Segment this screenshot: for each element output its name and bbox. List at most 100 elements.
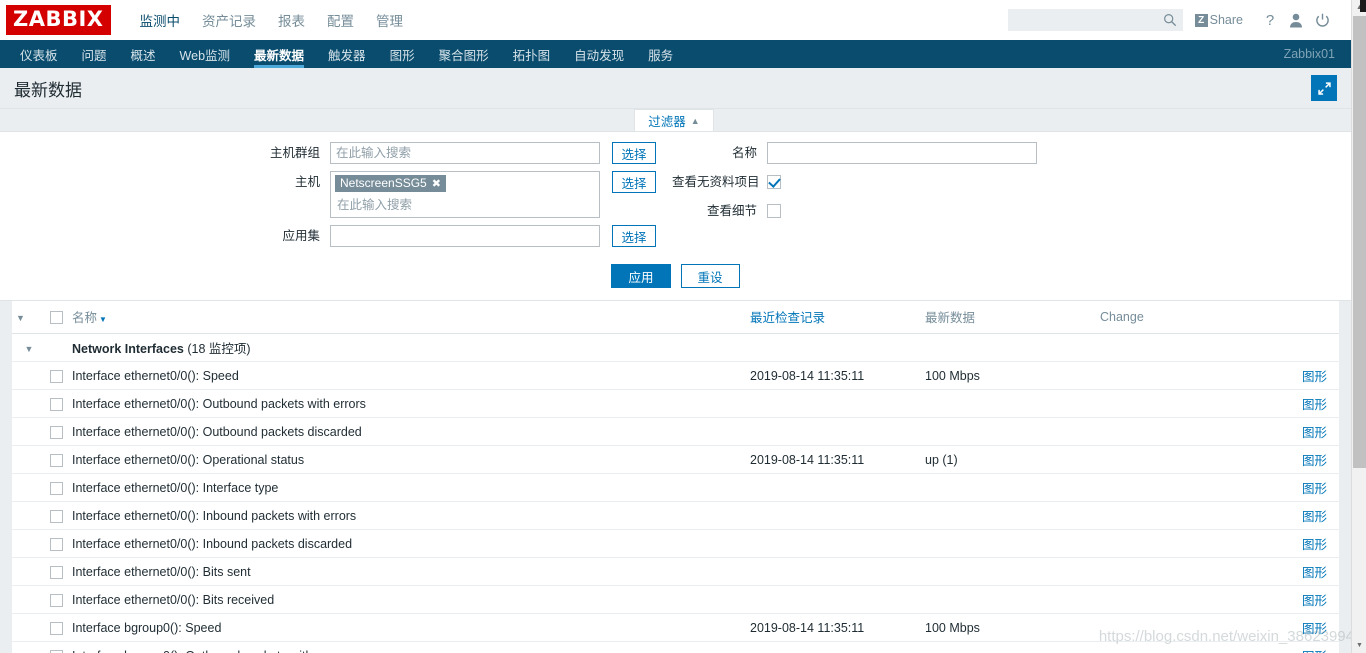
application-select-button[interactable]: 选择 [612, 225, 656, 247]
row-checkbox[interactable] [50, 509, 63, 523]
top-menu-item-administration[interactable]: 管理 [365, 0, 414, 40]
filter-column-left: 主机群组 选择 主机 NetscreenSSG5 ✖ 在此输入搜索 选择 [0, 142, 672, 254]
row-checkbox-cell[interactable] [46, 529, 68, 558]
graph-link[interactable]: 图形 [1302, 426, 1327, 440]
graph-link[interactable]: 图形 [1302, 538, 1327, 552]
host-chip[interactable]: NetscreenSSG5 ✖ [335, 175, 446, 192]
page-scrollbar[interactable]: ▲ ▼ [1351, 0, 1366, 653]
show-items-without-data-label: 查看无资料项目 [672, 175, 760, 189]
nav-item-overview[interactable]: 概述 [119, 40, 168, 68]
nav-item-triggers[interactable]: 触发器 [316, 40, 378, 68]
row-item-name: Interface ethernet0/0(): Inbound packets… [68, 529, 746, 558]
row-checkbox[interactable] [50, 369, 63, 383]
nav-item-latest-data[interactable]: 最新数据 [242, 40, 316, 68]
scrollbar-thumb[interactable] [1353, 16, 1366, 468]
nav-item-problems[interactable]: 问题 [70, 40, 119, 68]
application-input[interactable] [330, 225, 600, 247]
nav-item-graphs[interactable]: 图形 [378, 40, 427, 68]
apply-button[interactable]: 应用 [611, 264, 671, 288]
row-checkbox-cell[interactable] [46, 557, 68, 586]
zabbix-logo[interactable]: ZABBIX [6, 5, 111, 35]
row-item-name: Interface ethernet0/0(): Outbound packet… [68, 417, 746, 446]
filter-row-host: 主机 NetscreenSSG5 ✖ 在此输入搜索 选择 [0, 171, 672, 218]
nav-item-discovery[interactable]: 自动发现 [562, 40, 636, 68]
user-icon[interactable] [1283, 7, 1309, 33]
nav-item-dashboard[interactable]: 仪表板 [8, 40, 70, 68]
share-button[interactable]: Z Share [1194, 13, 1243, 27]
row-checkbox-cell[interactable] [46, 445, 68, 474]
power-icon[interactable] [1309, 7, 1335, 33]
row-checkbox[interactable] [50, 537, 63, 551]
row-checkbox-cell[interactable] [46, 585, 68, 614]
row-change [1096, 585, 1281, 614]
graph-link[interactable]: 图形 [1302, 398, 1327, 412]
reset-button[interactable]: 重设 [680, 264, 740, 288]
row-checkbox-cell[interactable] [46, 361, 68, 390]
host-input-placeholder[interactable]: 在此输入搜索 [335, 193, 595, 214]
graph-link[interactable]: 图形 [1302, 510, 1327, 524]
show-items-without-data-checkbox[interactable] [767, 175, 781, 189]
expand-icon[interactable] [1311, 75, 1337, 101]
group-collapse-cell[interactable]: ▼ [12, 333, 46, 362]
row-last-value [921, 473, 1096, 502]
close-icon[interactable]: ✖ [432, 177, 441, 190]
graph-link[interactable]: 图形 [1302, 622, 1327, 636]
row-checkbox[interactable] [50, 621, 63, 635]
row-checkbox[interactable] [50, 649, 63, 653]
nav-item-screens[interactable]: 聚合图形 [427, 40, 501, 68]
row-checkbox-cell[interactable] [46, 613, 68, 642]
filter-row-name: 名称 [672, 142, 1351, 164]
host-group-input[interactable] [330, 142, 600, 164]
collapse-all-header[interactable]: ▼ [12, 301, 46, 334]
row-graph-link-cell: 图形 [1281, 473, 1339, 502]
top-menu-item-monitoring[interactable]: 监测中 [129, 0, 192, 48]
show-details-checkbox[interactable] [767, 204, 781, 218]
chevron-down-icon[interactable]: ▼ [16, 313, 25, 323]
search-icon[interactable] [1163, 13, 1177, 27]
help-icon[interactable]: ? [1257, 7, 1283, 33]
row-checkbox[interactable] [50, 565, 63, 579]
chevron-down-icon[interactable]: ▼ [25, 344, 34, 354]
row-spacer [12, 585, 46, 614]
row-checkbox[interactable] [50, 481, 63, 495]
graph-link[interactable]: 图形 [1302, 370, 1327, 384]
row-checkbox[interactable] [50, 425, 63, 439]
nav-item-web[interactable]: Web监测 [168, 40, 242, 68]
graph-link[interactable]: 图形 [1302, 594, 1327, 608]
host-multiselect[interactable]: NetscreenSSG5 ✖ 在此输入搜索 [330, 171, 600, 218]
column-header-last-check[interactable]: 最近检查记录 [746, 301, 921, 334]
search-input[interactable] [1008, 10, 1161, 30]
row-last-check: 2019-08-14 11:35:11 [746, 361, 921, 390]
global-search[interactable] [1007, 9, 1183, 31]
host-select-button[interactable]: 选择 [612, 171, 656, 193]
top-header: ZABBIX 监测中 资产记录 报表 配置 管理 Z Share ? [0, 0, 1351, 48]
top-menu-label: 监测中 [139, 14, 181, 29]
row-last-value [921, 501, 1096, 530]
host-group-select-button[interactable]: 选择 [612, 142, 656, 164]
graph-link[interactable]: 图形 [1302, 566, 1327, 580]
top-menu-item-reports[interactable]: 报表 [267, 0, 316, 40]
row-checkbox-cell[interactable] [46, 641, 68, 653]
filter-tab[interactable]: 过滤器 ▲ [634, 109, 714, 131]
select-all-header[interactable] [46, 301, 68, 334]
column-header-name[interactable]: 名称 ▼ [68, 301, 746, 334]
row-checkbox-cell[interactable] [46, 501, 68, 530]
name-input[interactable] [767, 142, 1037, 164]
graph-link[interactable]: 图形 [1302, 482, 1327, 496]
sort-caret-icon: ▼ [99, 315, 107, 324]
row-checkbox-cell[interactable] [46, 417, 68, 446]
scroll-down-icon[interactable]: ▼ [1352, 638, 1366, 653]
select-all-checkbox[interactable] [50, 310, 63, 324]
row-checkbox-cell[interactable] [46, 473, 68, 502]
graph-link[interactable]: 图形 [1302, 454, 1327, 468]
row-checkbox[interactable] [50, 397, 63, 411]
filter-row-host-group: 主机群组 选择 [0, 142, 672, 164]
row-checkbox-cell[interactable] [46, 389, 68, 418]
top-header-actions: Z Share ? [1007, 0, 1335, 40]
top-menu-item-configuration[interactable]: 配置 [316, 0, 365, 40]
nav-item-services[interactable]: 服务 [636, 40, 685, 68]
row-checkbox[interactable] [50, 593, 63, 607]
top-menu-item-inventory[interactable]: 资产记录 [191, 0, 267, 40]
row-checkbox[interactable] [50, 453, 63, 467]
nav-item-maps[interactable]: 拓扑图 [501, 40, 563, 68]
